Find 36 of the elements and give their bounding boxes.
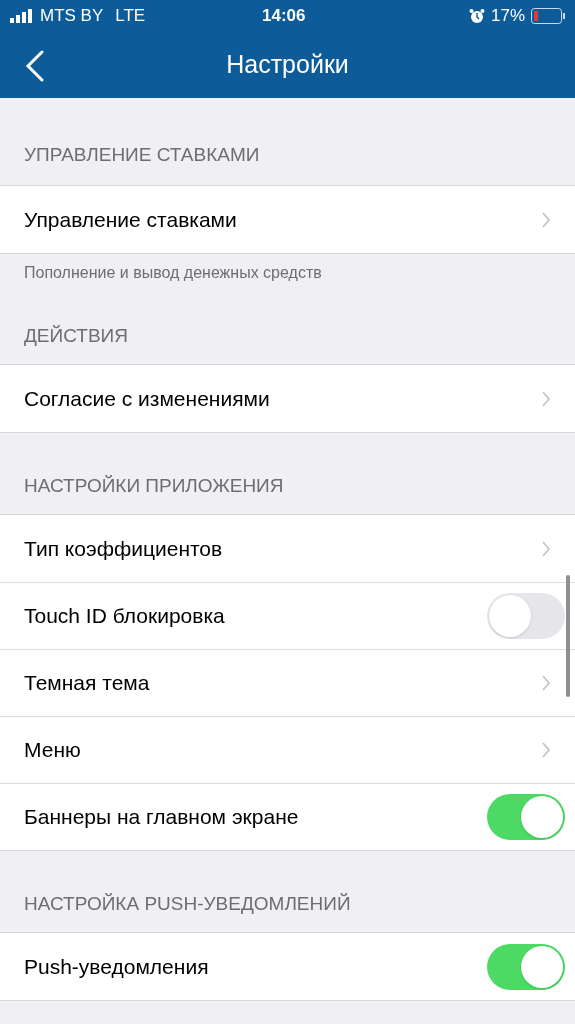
row-label: Управление ставками bbox=[24, 206, 237, 233]
settings-row[interactable]: Push-уведомления bbox=[0, 933, 575, 1000]
row-label: Тип коэффициентов bbox=[24, 535, 223, 562]
battery-percent: 17% bbox=[490, 5, 525, 28]
chevron-icon bbox=[541, 674, 551, 692]
settings-row[interactable]: Баннеры на главном экране bbox=[0, 783, 575, 850]
clock-time: 14:06 bbox=[262, 5, 306, 28]
chevron-icon bbox=[541, 210, 551, 229]
settings-row[interactable]: Согласие с изменениями bbox=[0, 365, 575, 432]
section-header: НАСТРОЙКИ ПРИЛОЖЕНИЯ bbox=[24, 473, 284, 498]
row-label: Push-уведомления bbox=[24, 953, 209, 980]
carrier-name: MTS BY bbox=[40, 5, 104, 28]
chevron-icon bbox=[541, 741, 551, 759]
row-label: Меню bbox=[24, 737, 81, 764]
battery-icon bbox=[531, 8, 565, 24]
network-type: LTE bbox=[115, 5, 146, 28]
settings-row[interactable]: Управление ставками bbox=[0, 186, 575, 253]
settings-row[interactable]: Тип коэффициентов bbox=[0, 515, 575, 582]
row-label: Touch ID блокировка bbox=[24, 603, 225, 630]
screen-title: Настройки bbox=[226, 49, 349, 81]
toggle-switch[interactable] bbox=[487, 794, 565, 840]
section-header: НАСТРОЙКА PUSH-УВЕДОМЛЕНИЙ bbox=[24, 891, 351, 916]
toggle-switch[interactable] bbox=[487, 593, 565, 639]
section-header: УПРАВЛЕНИЕ СТАВКАМИ bbox=[24, 142, 260, 167]
settings-row[interactable]: Touch ID блокировка bbox=[0, 582, 575, 649]
row-label: Баннеры на главном экране bbox=[24, 804, 299, 831]
settings-row[interactable]: Меню bbox=[0, 716, 575, 783]
chevron-icon bbox=[541, 539, 551, 558]
section-header: ДЕЙСТВИЯ bbox=[24, 323, 128, 348]
row-label: Согласие с изменениями bbox=[24, 385, 270, 412]
chevron-icon bbox=[541, 389, 551, 408]
back-icon bbox=[24, 48, 46, 84]
toggle-switch[interactable] bbox=[487, 943, 565, 990]
row-label: Темная тема bbox=[24, 670, 150, 697]
alarm-icon bbox=[468, 8, 485, 24]
section-footer: Пополнение и вывод денежных средств bbox=[24, 261, 322, 285]
